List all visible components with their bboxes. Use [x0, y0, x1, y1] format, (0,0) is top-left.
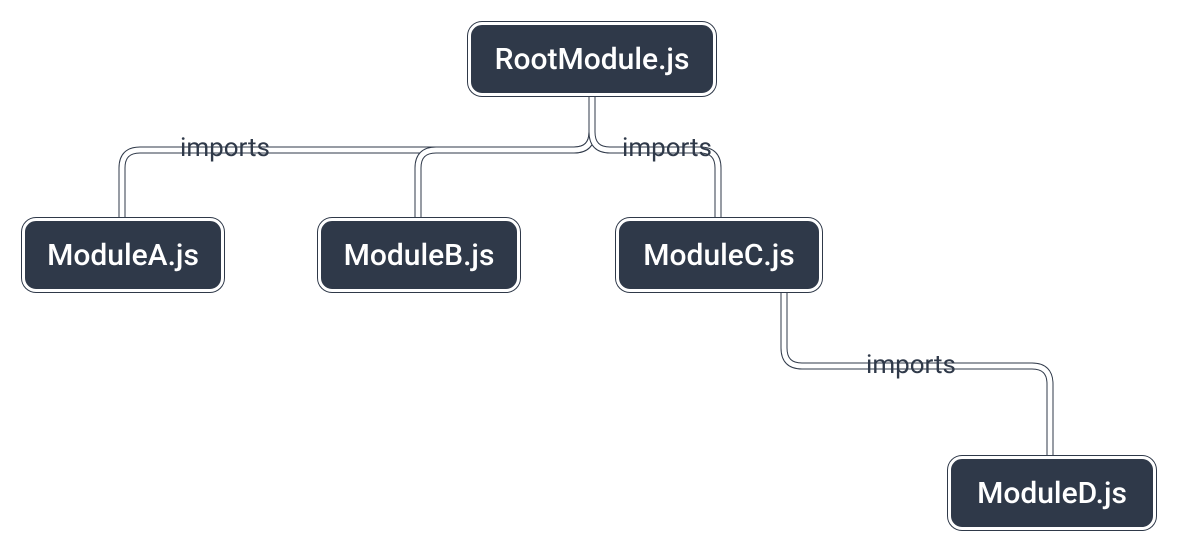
module-dependency-diagram: RootModule.js ModuleA.js ModuleB.js Modu…: [0, 0, 1204, 553]
node-label: ModuleB.js: [344, 238, 495, 273]
node-module-b: ModuleB.js: [318, 218, 520, 292]
node-module-d: ModuleD.js: [948, 456, 1156, 530]
node-module-a: ModuleA.js: [22, 218, 224, 292]
edge-label-imports-right: imports: [622, 133, 712, 163]
node-label: ModuleD.js: [977, 476, 1127, 511]
node-label: ModuleA.js: [47, 238, 199, 273]
edge-label-imports-left: imports: [180, 133, 270, 163]
node-label: RootModule.js: [495, 42, 690, 77]
node-module-c: ModuleC.js: [616, 218, 822, 292]
node-root-module: RootModule.js: [468, 22, 716, 96]
edge-label-imports-cd: imports: [866, 350, 956, 380]
node-label: ModuleC.js: [643, 238, 794, 273]
